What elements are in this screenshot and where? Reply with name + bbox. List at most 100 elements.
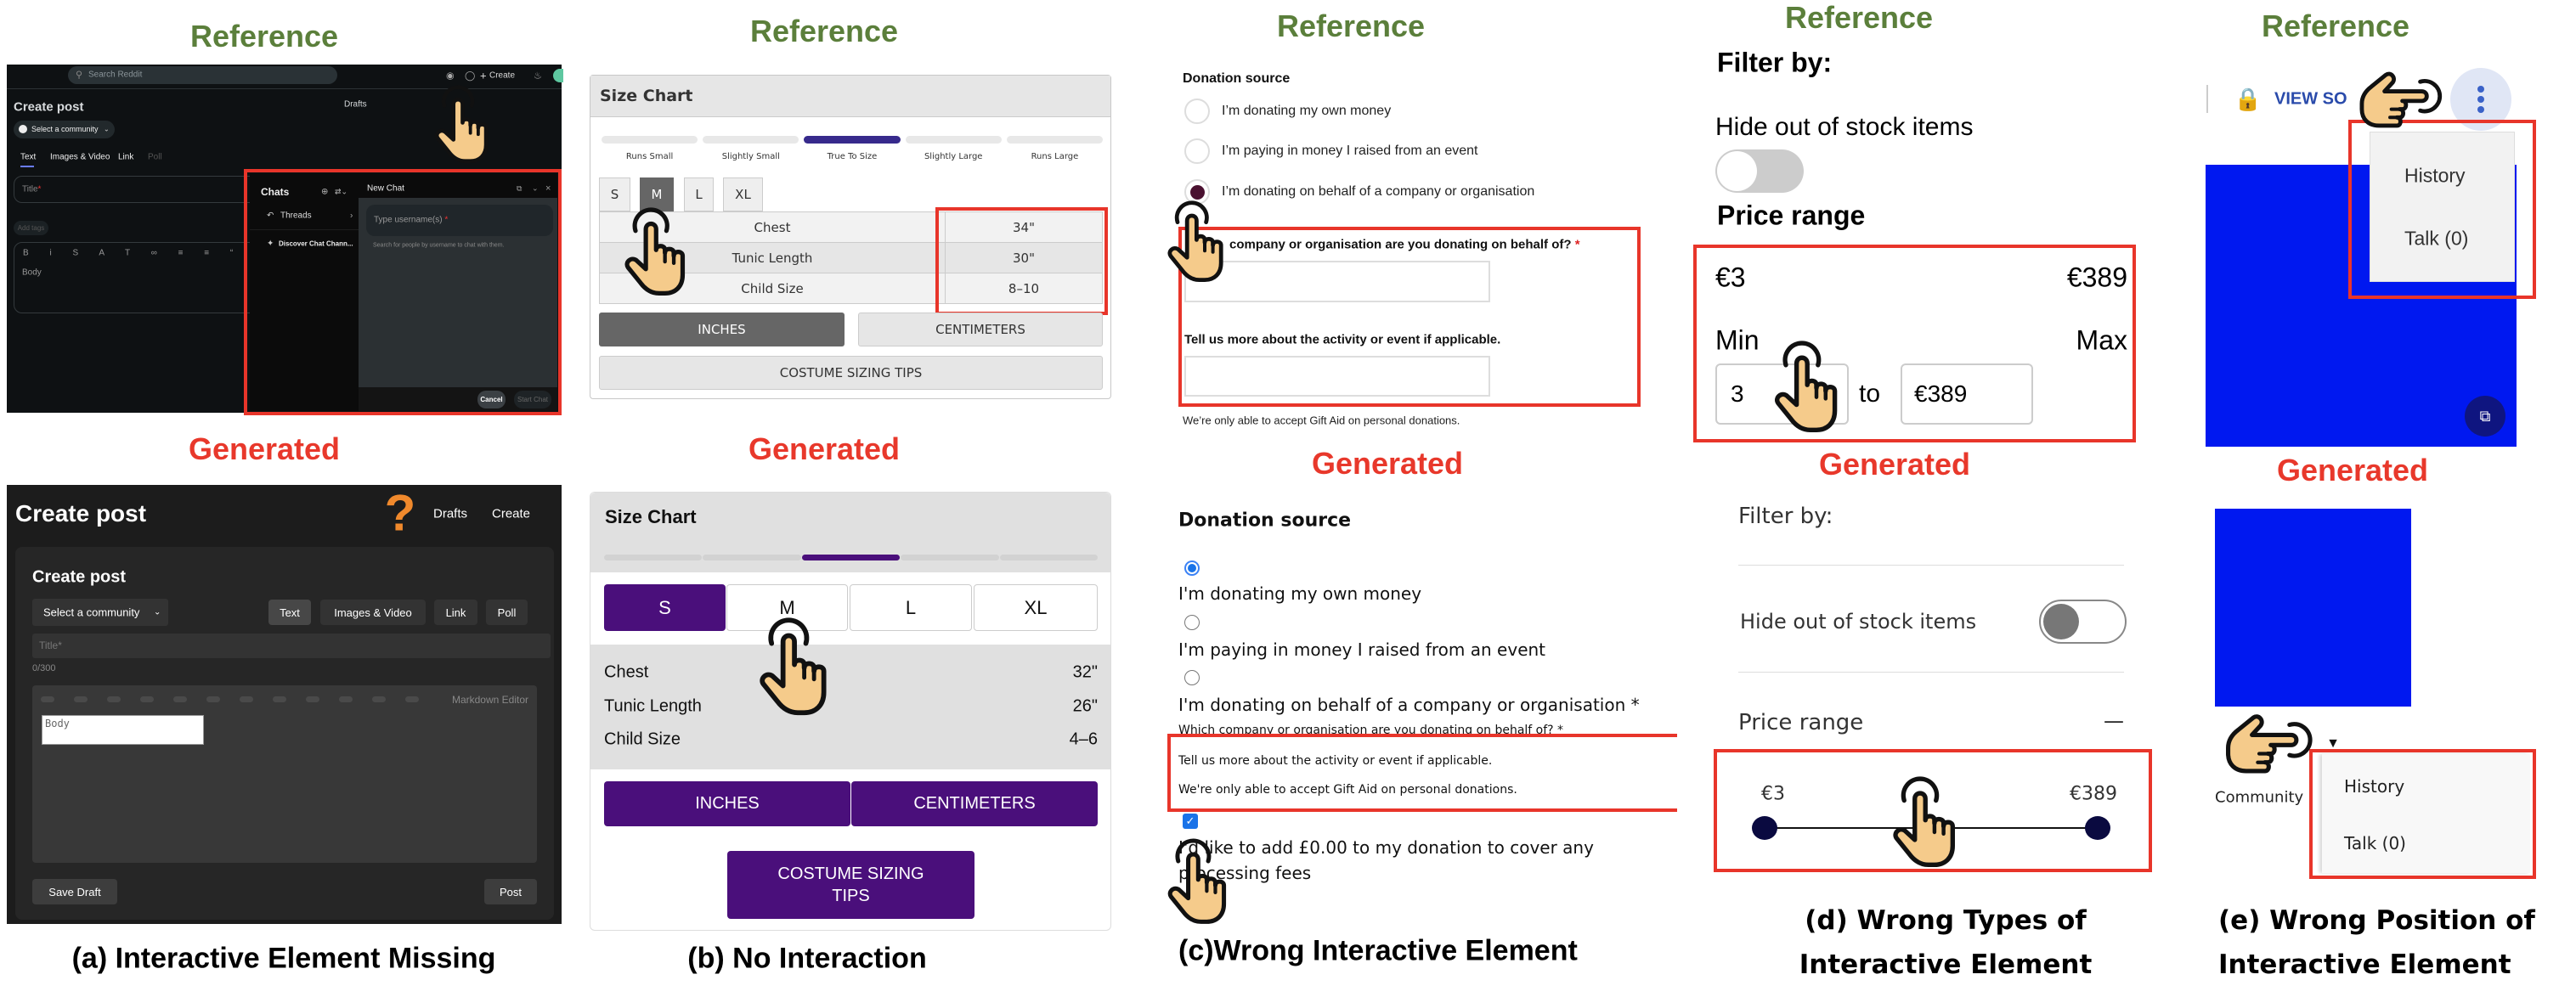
tab-images-video[interactable]: Images & Video xyxy=(320,600,426,625)
inches-button[interactable]: INCHES xyxy=(604,781,850,826)
size-tab-m[interactable]: M xyxy=(640,177,674,211)
reference-label: Reference xyxy=(2261,8,2410,43)
radio-event-money[interactable] xyxy=(1184,138,1210,164)
blue-image xyxy=(2215,509,2411,707)
drafts-link[interactable]: Drafts xyxy=(344,100,367,110)
size-button-s[interactable]: S xyxy=(604,584,726,631)
size-chart-title: Size Chart xyxy=(605,506,697,527)
chevron-down-icon: ⌄ xyxy=(104,125,110,133)
activity-question-label: Tell us more about the activity or event… xyxy=(1178,754,1493,768)
collapse-icon[interactable]: — xyxy=(2104,709,2124,733)
advertise-icon[interactable]: ◉ xyxy=(446,70,455,82)
radio-label: I’m donating on behalf of a company or o… xyxy=(1222,184,1535,199)
radio-company[interactable] xyxy=(1184,670,1200,685)
toggle-knob xyxy=(1717,151,1757,191)
title-input[interactable]: Title* xyxy=(32,634,551,658)
centimeters-button[interactable]: CENTIMETERS xyxy=(851,781,1098,826)
hide-out-of-stock-toggle[interactable] xyxy=(1715,149,1804,193)
fit-bar xyxy=(703,555,801,560)
fit-label: Slightly Small xyxy=(721,152,780,161)
fit-labels: Runs Small Slightly Small True To Size S… xyxy=(602,152,1103,161)
reddit-create-post-reference: ⚲ Search Reddit ◉ ◯ + Create ♨ Create po… xyxy=(7,65,563,415)
toolbar-placeholders xyxy=(41,696,419,702)
avatar[interactable] xyxy=(553,69,563,82)
caption-a: (a) Interactive Element Missing xyxy=(71,942,496,975)
highlight-box xyxy=(1178,227,1641,407)
fee-checkbox[interactable]: ✓ xyxy=(1183,814,1198,829)
tab-link[interactable]: Link xyxy=(434,600,477,625)
radio-own-money[interactable] xyxy=(1184,99,1210,124)
tab-images-video[interactable]: Images & Video xyxy=(50,153,110,162)
fit-bar xyxy=(1006,136,1104,144)
create-button[interactable]: Create xyxy=(489,71,515,81)
bell-icon[interactable]: ♨ xyxy=(534,70,542,82)
toggle-knob xyxy=(2043,604,2079,639)
size-chart-generated: Size Chart S M L XL Chest 32" Tunic Leng… xyxy=(590,492,1111,931)
body-textarea[interactable]: Body xyxy=(42,715,204,745)
tab-text[interactable]: Text xyxy=(268,600,311,625)
tab-poll[interactable]: Poll xyxy=(148,153,162,162)
size-button-m[interactable]: M xyxy=(726,584,848,631)
row-value: 4–6 xyxy=(1069,729,1098,749)
row-label: Tunic Length xyxy=(604,696,702,716)
donation-source-heading: Donation source xyxy=(1183,71,1291,86)
divider xyxy=(1738,672,2124,673)
company-question-label: Which company or organisation are you do… xyxy=(1178,724,1564,734)
tab-text[interactable]: Text xyxy=(20,153,36,162)
view-source-link[interactable]: VIEW SO xyxy=(2274,90,2347,110)
row-label: Tunic Length xyxy=(600,243,946,273)
hand-pointer-icon xyxy=(2226,707,2313,786)
expand-icon[interactable]: ⧉ xyxy=(2465,396,2505,437)
row-value: 26" xyxy=(1072,696,1098,716)
generated-label: Generated xyxy=(748,431,901,466)
tab-link[interactable]: Link xyxy=(118,153,133,162)
radio-own-money[interactable] xyxy=(1184,560,1200,576)
size-tab-s[interactable]: S xyxy=(599,177,630,211)
centimeters-button[interactable]: CENTIMETERS xyxy=(858,313,1103,346)
markdown-editor: Markdown Editor Body xyxy=(32,685,537,863)
radio-event-money[interactable] xyxy=(1184,615,1200,630)
tab-poll[interactable]: Poll xyxy=(486,600,528,625)
row-label: Chest xyxy=(604,662,649,682)
community-link[interactable]: Community xyxy=(2215,789,2303,807)
fit-bar xyxy=(905,136,1002,144)
filter-by-heading: Filter by: xyxy=(1738,504,1833,529)
size-chart-reference: Size Chart Runs Small Slightly Small Tru… xyxy=(590,75,1111,399)
radio-label: I’m donating my own money xyxy=(1222,104,1392,118)
hand-pointer-icon xyxy=(427,85,501,163)
generated-label: Generated xyxy=(188,431,341,466)
fee-label-continued: processing fees xyxy=(1178,863,1312,883)
community-select-label: Select a community xyxy=(43,606,140,619)
community-select[interactable]: Select a community ⌄ xyxy=(14,121,115,138)
add-tags-button[interactable]: Add tags xyxy=(14,221,48,235)
post-button[interactable]: Post xyxy=(484,879,537,904)
fit-label: Runs Small xyxy=(625,152,674,161)
radio-company[interactable] xyxy=(1184,179,1210,205)
community-select[interactable]: Select a community ⌄ xyxy=(32,599,168,626)
hide-out-of-stock-label: Hide out of stock items xyxy=(1715,113,1974,141)
gift-aid-note: We're only able to accept Gift Aid on pe… xyxy=(1178,783,1517,797)
create-link[interactable]: Create xyxy=(492,507,530,521)
fit-bar xyxy=(999,555,1099,560)
drafts-link[interactable]: Drafts xyxy=(433,507,467,521)
size-button-l[interactable]: L xyxy=(850,584,972,631)
price-range-heading: Price range xyxy=(1717,200,1866,231)
company-question-label-clip: Which company or organisation are you do… xyxy=(1178,724,1674,734)
costume-sizing-tips-button[interactable]: COSTUME SIZING TIPS xyxy=(599,356,1103,390)
fit-bar xyxy=(602,136,698,144)
size-tab-l[interactable]: L xyxy=(684,177,714,211)
gift-aid-note: We’re only able to accept Gift Aid on pe… xyxy=(1183,414,1460,427)
highlight-box xyxy=(1167,734,1677,812)
inches-button[interactable]: INCHES xyxy=(599,313,845,346)
save-draft-button[interactable]: Save Draft xyxy=(32,879,117,904)
hide-out-of-stock-label: Hide out of stock items xyxy=(1740,610,1977,634)
size-button-xl[interactable]: XL xyxy=(974,584,1098,631)
costume-sizing-tips-button[interactable]: COSTUME SIZING TIPS xyxy=(727,851,974,919)
search-input[interactable]: ⚲ Search Reddit xyxy=(68,66,337,84)
search-icon: ⚲ xyxy=(76,70,83,81)
size-chart-title: Size Chart xyxy=(600,87,693,105)
size-tab-xl[interactable]: XL xyxy=(723,177,763,211)
chat-icon[interactable]: ◯ xyxy=(465,70,475,82)
hide-out-of-stock-toggle[interactable] xyxy=(2039,600,2127,644)
reference-label: Reference xyxy=(189,19,339,54)
